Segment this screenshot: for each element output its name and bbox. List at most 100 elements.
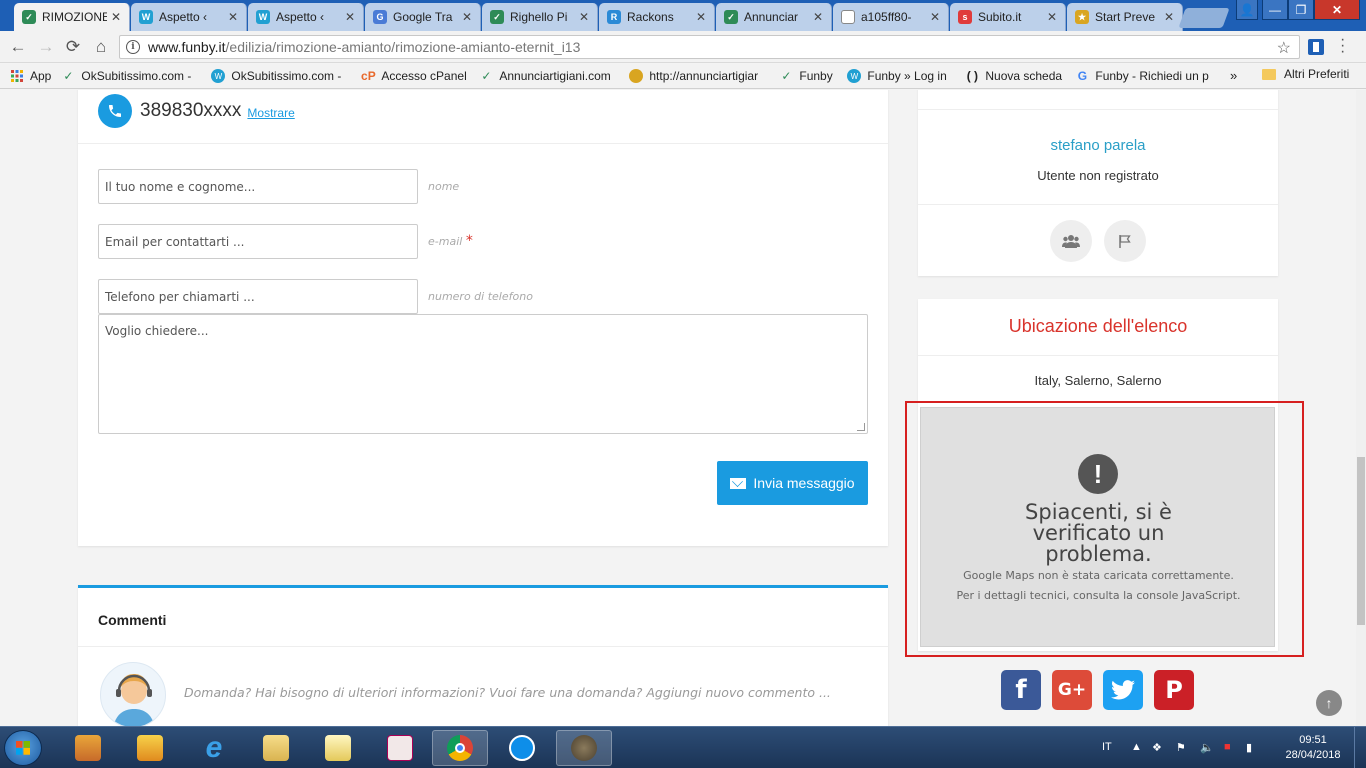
google-icon: G <box>1077 69 1088 83</box>
bookmark-label: App <box>30 69 52 83</box>
internet-explorer-icon: e <box>205 731 223 764</box>
dropbox-icon[interactable]: ❖ <box>1152 741 1162 754</box>
show-phone-link[interactable]: Mostrare <box>247 106 294 120</box>
email-input[interactable]: Email per contattarti ... <box>98 224 418 259</box>
reload-icon[interactable]: ⟳ <box>63 37 83 57</box>
maximize-button[interactable]: ❐ <box>1288 0 1314 20</box>
taskbar-app-explorer[interactable] <box>248 730 304 766</box>
back-arrow-icon[interactable]: ← <box>8 37 28 57</box>
close-icon[interactable]: ✕ <box>579 10 589 24</box>
tab-rimozione[interactable]: ✓ RIMOZIONE ✕ <box>14 3 130 31</box>
taskbar-app-ie[interactable]: e <box>186 730 242 766</box>
info-icon[interactable]: i <box>126 40 140 54</box>
forward-arrow-icon[interactable]: → <box>36 37 56 57</box>
bookmark-item[interactable]: W OkSubitissimo.com - <box>211 69 351 83</box>
message-textarea[interactable]: Voglio chiedere... <box>98 314 868 434</box>
tab-annunciar[interactable]: ✓ Annunciar ✕ <box>716 3 832 31</box>
taskbar-app-gimp[interactable] <box>556 730 612 766</box>
scrollbar-thumb[interactable] <box>1357 457 1365 625</box>
language-indicator[interactable]: IT <box>1102 741 1112 753</box>
bookmark-item[interactable]: App <box>10 69 51 83</box>
facebook-icon[interactable]: f <box>1001 670 1041 710</box>
close-icon[interactable]: ✕ <box>111 10 121 24</box>
other-bookmarks[interactable]: Altri Preferiti <box>1262 67 1349 81</box>
close-icon[interactable]: ✕ <box>696 10 706 24</box>
bookmark-item[interactable]: cP Accesso cPanel <box>361 69 469 83</box>
tab-start-preve[interactable]: ★ Start Preve ✕ <box>1067 3 1183 31</box>
scroll-to-top-button[interactable]: ↑ <box>1316 690 1342 716</box>
close-icon[interactable]: ✕ <box>345 10 355 24</box>
close-icon[interactable]: ✕ <box>1164 10 1174 24</box>
gimp-icon <box>571 735 597 761</box>
flag-icon[interactable] <box>1104 220 1146 262</box>
pinterest-icon[interactable]: P <box>1154 670 1194 710</box>
taskbar-app-notepad[interactable] <box>310 730 366 766</box>
phone-input[interactable]: Telefono per chiamarti ... <box>98 279 418 314</box>
folder-icon <box>263 735 289 761</box>
taskbar-app-periodic[interactable] <box>372 730 428 766</box>
bookmark-item[interactable]: G Funby - Richiedi un p <box>1075 69 1211 83</box>
power-icon[interactable]: ■ <box>1224 741 1231 753</box>
close-icon[interactable]: ✕ <box>930 10 940 24</box>
name-input[interactable]: Il tuo nome e cognome... <box>98 169 418 204</box>
google-plus-icon[interactable]: G+ <box>1052 670 1092 710</box>
close-window-button[interactable]: ✕ <box>1314 0 1360 20</box>
other-bookmarks-label: Altri Preferiti <box>1284 67 1350 81</box>
tab-rackons[interactable]: R Rackons ✕ <box>599 3 715 31</box>
taskbar-app-chrome[interactable] <box>432 730 488 766</box>
bookmark-item[interactable]: ✓ OkSubitissimo.com - <box>61 69 201 83</box>
taskbar-app-teamviewer[interactable] <box>494 730 550 766</box>
clock[interactable]: 09:51 28/04/2018 <box>1282 733 1344 763</box>
email-hint-text: e-mail <box>428 235 463 248</box>
minimize-button[interactable]: — <box>1262 0 1288 20</box>
phone-hint: numero di telefono <box>428 290 533 303</box>
close-icon[interactable]: ✕ <box>1047 10 1057 24</box>
tab-file[interactable]: a105ff80- ✕ <box>833 3 949 31</box>
volume-icon[interactable]: 🔈 <box>1200 741 1214 754</box>
bookmark-item[interactable]: ✓ Annunciartigiani.com <box>479 69 619 83</box>
users-icon[interactable] <box>1050 220 1092 262</box>
tab-righello[interactable]: ✓ Righello Pi ✕ <box>482 3 598 31</box>
folder-icon <box>1262 68 1276 80</box>
taskbar-app-media-player[interactable] <box>122 730 178 766</box>
menu-dots-icon[interactable]: · · · <box>1340 32 1345 60</box>
bookmark-extension-icon[interactable] <box>1308 39 1324 55</box>
twitter-icon[interactable] <box>1103 670 1143 710</box>
bookmark-item[interactable]: ( ) Nuova scheda <box>965 69 1065 83</box>
tab-aspetto-2[interactable]: W Aspetto ‹ ✕ <box>248 3 364 31</box>
show-desktop-button[interactable] <box>1354 727 1366 768</box>
bookmark-star-icon[interactable]: ☆ <box>1277 38 1291 58</box>
tab-google-translate[interactable]: G Google Tra ✕ <box>365 3 481 31</box>
close-icon[interactable]: ✕ <box>462 10 472 24</box>
bookmarks-more-button[interactable]: » <box>1230 68 1237 83</box>
home-icon[interactable]: ⌂ <box>91 37 111 57</box>
new-tab-button[interactable] <box>1178 8 1230 28</box>
taskbar-app-installer[interactable] <box>60 730 116 766</box>
wp-icon: W <box>256 10 270 24</box>
address-bar[interactable]: i www.funby.it/edilizia/rimozione-amiant… <box>119 35 1300 59</box>
location-title: Ubicazione dell'elenco <box>1008 316 1188 336</box>
map-error-line-2: Per i dettagli tecnici, consulta la cons… <box>956 589 1241 602</box>
comment-prompt[interactable]: Domanda? Hai bisogno di ulteriori inform… <box>184 685 831 700</box>
user-name[interactable]: stefano parela <box>918 137 1278 154</box>
r-icon: R <box>607 10 621 24</box>
tray-expand-icon[interactable]: ▲ <box>1131 741 1142 753</box>
bookmark-label: Funby » Log in <box>867 69 947 83</box>
resize-handle[interactable] <box>857 423 865 431</box>
send-message-button[interactable]: Invia messaggio <box>717 461 868 505</box>
flag-icon[interactable]: ⚑ <box>1176 741 1186 754</box>
bookmark-label: Nuova scheda <box>985 69 1063 83</box>
tab-subito[interactable]: s Subito.it ✕ <box>950 3 1066 31</box>
user-profile-icon[interactable]: 👤 <box>1236 0 1258 20</box>
start-button[interactable] <box>4 730 42 766</box>
vertical-scrollbar[interactable] <box>1356 90 1366 726</box>
close-icon[interactable]: ✕ <box>813 10 823 24</box>
tab-strip: ✓ RIMOZIONE ✕ W Aspetto ‹ ✕ W Aspetto ‹ … <box>0 0 1366 31</box>
network-signal-icon[interactable]: ▮ <box>1246 741 1252 754</box>
bookmark-item[interactable]: ✓ Funby <box>779 69 837 83</box>
close-icon[interactable]: ✕ <box>228 10 238 24</box>
tab-aspetto-1[interactable]: W Aspetto ‹ ✕ <box>131 3 247 31</box>
chrome-icon <box>447 735 473 761</box>
bookmark-item[interactable]: http://annunciartigiar <box>629 69 769 83</box>
bookmark-item[interactable]: W Funby » Log in <box>847 69 955 83</box>
